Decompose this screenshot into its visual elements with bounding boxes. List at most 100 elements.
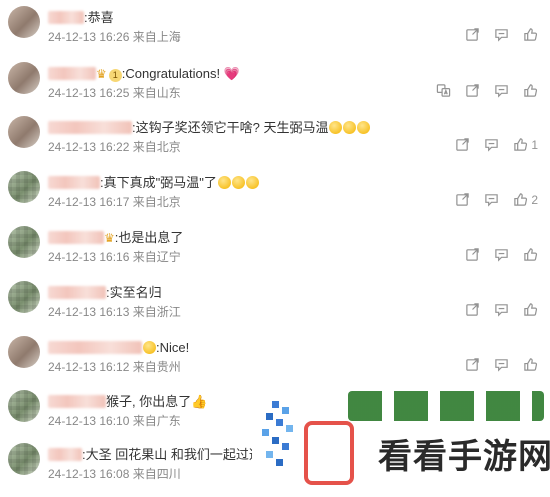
username[interactable] [48,341,142,354]
avatar[interactable] [8,6,40,38]
comment-location: 来自辽宁 [132,250,181,264]
reply-button[interactable] [494,357,509,372]
comment-text: 猴子, 你出息了 [106,394,192,409]
comment-time: 24-12-13 16:26 [48,30,130,44]
like-count: 1 [531,137,538,152]
comment-location: 来自贵州 [132,360,181,374]
username[interactable] [48,67,96,80]
comment-time: 24-12-13 16:22 [48,140,130,154]
like-button[interactable]: 1 [513,137,538,152]
comment-icon [495,359,508,372]
comment-time: 24-12-13 16:16 [48,250,130,264]
comment-icon [495,29,508,42]
share-button[interactable] [455,192,470,207]
comment-text: :Congratulations! [121,66,224,81]
comment-item: ♛ 1:Congratulations! 💗 24-12-13 16:25 来自山… [0,62,550,116]
reply-button[interactable] [494,27,509,42]
comment-location: 来自广东 [132,414,181,428]
share-icon [466,303,479,316]
comment-time: 24-12-13 16:12 [48,360,130,374]
comment-time: 24-12-13 16:10 [48,414,130,428]
comment-text: :真下真成"弼马温"了 [100,175,217,190]
share-icon [466,28,479,41]
like-button[interactable] [523,302,538,317]
thumbs-up-icon [514,138,528,151]
username[interactable] [48,286,106,299]
thumbs-up-emoji-icon: 👍 [191,394,208,409]
avatar[interactable] [8,336,40,368]
like-button[interactable] [523,357,538,372]
phone-logo-icon [304,421,354,485]
comment-item: :真下真成"弼马温"了 24-12-13 16:17 来自北京 2 [0,171,550,225]
comment-text: :实至名归 [106,285,162,300]
username[interactable] [48,231,104,244]
comment-time: 24-12-13 16:08 [48,467,130,481]
comment-text: :Nice! [156,340,190,355]
username[interactable] [48,121,132,134]
share-button[interactable] [465,302,480,317]
reply-button[interactable] [484,137,499,152]
like-button[interactable] [523,27,538,42]
username[interactable] [48,176,100,189]
reply-button[interactable] [484,192,499,207]
share-button[interactable] [465,83,480,98]
comment-location: 来自北京 [132,195,181,209]
avatar[interactable] [8,116,40,148]
thumbs-up-icon [524,358,538,371]
share-icon [466,84,479,97]
like-button[interactable] [523,83,538,98]
username[interactable] [48,395,106,408]
watermark-banner [348,391,544,421]
avatar[interactable] [8,62,40,94]
translate-button[interactable] [436,83,451,98]
avatar[interactable] [8,443,40,475]
laugh-cry-emoji-icon [217,176,231,189]
crown-icon: ♛ [96,67,107,81]
reply-button[interactable] [494,247,509,262]
avatar[interactable] [8,171,40,203]
heart-emoji-icon: 💗 [223,66,240,81]
share-button[interactable] [465,357,480,372]
comment-location: 来自四川 [132,467,181,481]
sunglasses-emoji-icon [143,341,156,354]
comment-item: :这钩子奖还领它干啥? 天生弼马温 24-12-13 16:22 来自北京 1 [0,116,550,170]
comment-time: 24-12-13 16:17 [48,195,130,209]
reply-button[interactable] [494,83,509,98]
reply-button[interactable] [494,302,509,317]
share-icon [456,138,470,151]
comment-text: :恭喜 [84,10,114,25]
thumbs-up-icon [524,248,538,261]
translate-icon [436,84,451,97]
laugh-cry-emoji-icon [343,121,357,134]
username[interactable] [48,448,82,461]
comment-text: :大圣 回花果山 和我们一起过逍遥 [82,447,275,462]
username[interactable] [48,11,84,24]
thumbs-up-icon [524,84,538,97]
comment-icon [495,304,508,317]
watermark-logo-icon [262,401,293,466]
comment-item: ♛:也是出息了 24-12-13 16:16 来自辽宁 [0,226,550,280]
comment-item: :恭喜 24-12-13 16:26 来自上海 [0,6,550,60]
watermark-text: 看看手游网 [378,437,550,477]
comment-icon [495,249,508,262]
share-button[interactable] [455,137,470,152]
comment-time: 24-12-13 16:13 [48,305,130,319]
share-button[interactable] [465,247,480,262]
like-count: 2 [531,192,538,207]
avatar[interactable] [8,390,40,422]
laugh-cry-emoji-icon [231,176,245,189]
site-watermark: 看看手游网 [252,383,550,487]
comment-icon [485,139,499,152]
crown-icon: ♛ [104,231,115,245]
thumbs-up-icon [514,193,528,206]
like-button[interactable] [523,247,538,262]
share-button[interactable] [465,27,480,42]
comment-location: 来自浙江 [132,305,181,319]
comment-icon [495,85,508,98]
avatar[interactable] [8,226,40,258]
fan-badge: 1 [108,69,122,82]
comment-text: :这钩子奖还领它干啥? 天生弼马温 [132,120,329,135]
like-button[interactable]: 2 [513,192,538,207]
avatar[interactable] [8,281,40,313]
laugh-cry-emoji-icon [329,121,343,134]
